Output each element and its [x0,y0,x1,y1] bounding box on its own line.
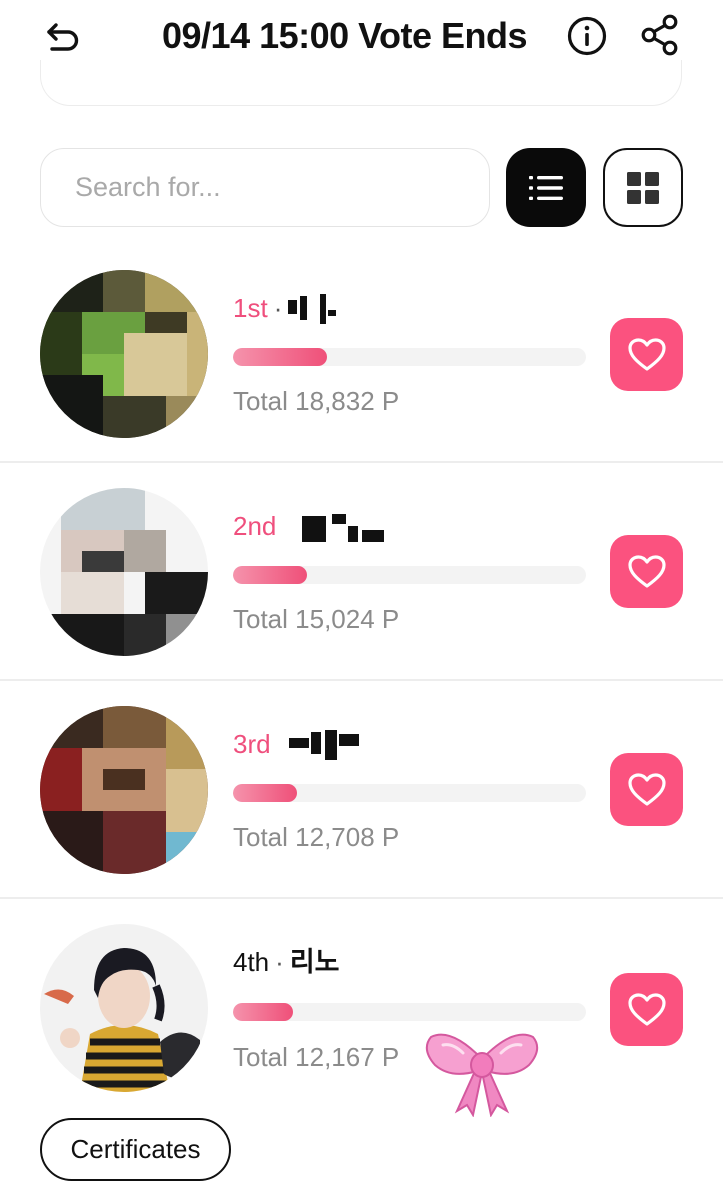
name-redaction [302,512,392,544]
info-button[interactable] [566,15,608,57]
rank-and-name: 2nd [233,508,392,544]
rank-and-name: 4th · 리노 [233,944,340,980]
vote-progress-bar [233,784,586,802]
rank-separator [276,511,288,541]
candidate-avatar [40,706,208,874]
candidate-avatar [40,270,208,438]
vote-progress-bar [233,566,586,584]
rank-separator [271,729,283,759]
vote-progress-bar [233,1003,586,1021]
total-points: Total 15,024 P [233,604,400,634]
rank-label: 2nd [233,511,277,541]
rank-and-name: 1st · [233,290,348,326]
back-button[interactable] [40,14,86,60]
list-view-button[interactable] [506,148,586,227]
candidate-row[interactable]: 2nd Total 15,024 P [0,463,723,681]
name-redaction [288,294,348,326]
rank-label: 4th [233,947,270,977]
grid-view-icon [627,171,659,204]
vote-progress-bar [233,348,586,366]
vote-progress-fill [233,348,327,366]
rank-and-name: 3rd [233,726,363,762]
name-redaction [288,730,363,762]
vote-button[interactable] [610,535,683,608]
total-points: Total 12,167 P [233,1042,400,1072]
vote-button[interactable] [610,973,683,1046]
heart-icon [627,554,666,588]
ribbon-bow-icon [425,1033,539,1117]
back-arrow-icon [47,23,79,51]
candidate-row[interactable]: 4th · 리노 Total 12,167 P [0,899,723,1117]
list-view-icon [529,175,563,200]
heart-icon [627,337,666,371]
share-icon [641,14,678,56]
grid-view-button[interactable] [603,148,683,227]
certificates-button[interactable]: Certificates [40,1118,231,1181]
rank-separator: · [273,293,283,323]
candidate-row[interactable]: 1st · Total 18,832 P [0,245,723,463]
candidate-name: 리노 [289,947,340,977]
total-points: Total 18,832 P [233,386,400,416]
total-points: Total 12,708 P [233,822,400,852]
rank-label: 1st [233,293,268,323]
heart-icon [627,772,666,806]
share-button[interactable] [637,12,683,58]
search-input[interactable] [75,172,455,203]
vote-button[interactable] [610,753,683,826]
heart-icon [627,992,666,1026]
candidate-avatar [40,924,208,1092]
vote-button[interactable] [610,318,683,391]
candidate-row[interactable]: 3rd Total 12,708 P [0,681,723,899]
rank-separator: · [275,947,284,977]
candidate-avatar [40,488,208,656]
vote-progress-fill [233,566,308,584]
info-card-edge [40,60,682,106]
rank-label: 3rd [233,729,271,759]
vote-progress-fill [233,784,297,802]
search-field[interactable] [40,148,490,227]
page-title: 09/14 15:00 Vote Ends [162,15,528,56]
info-circle-icon [567,16,607,56]
vote-progress-fill [233,1003,293,1021]
